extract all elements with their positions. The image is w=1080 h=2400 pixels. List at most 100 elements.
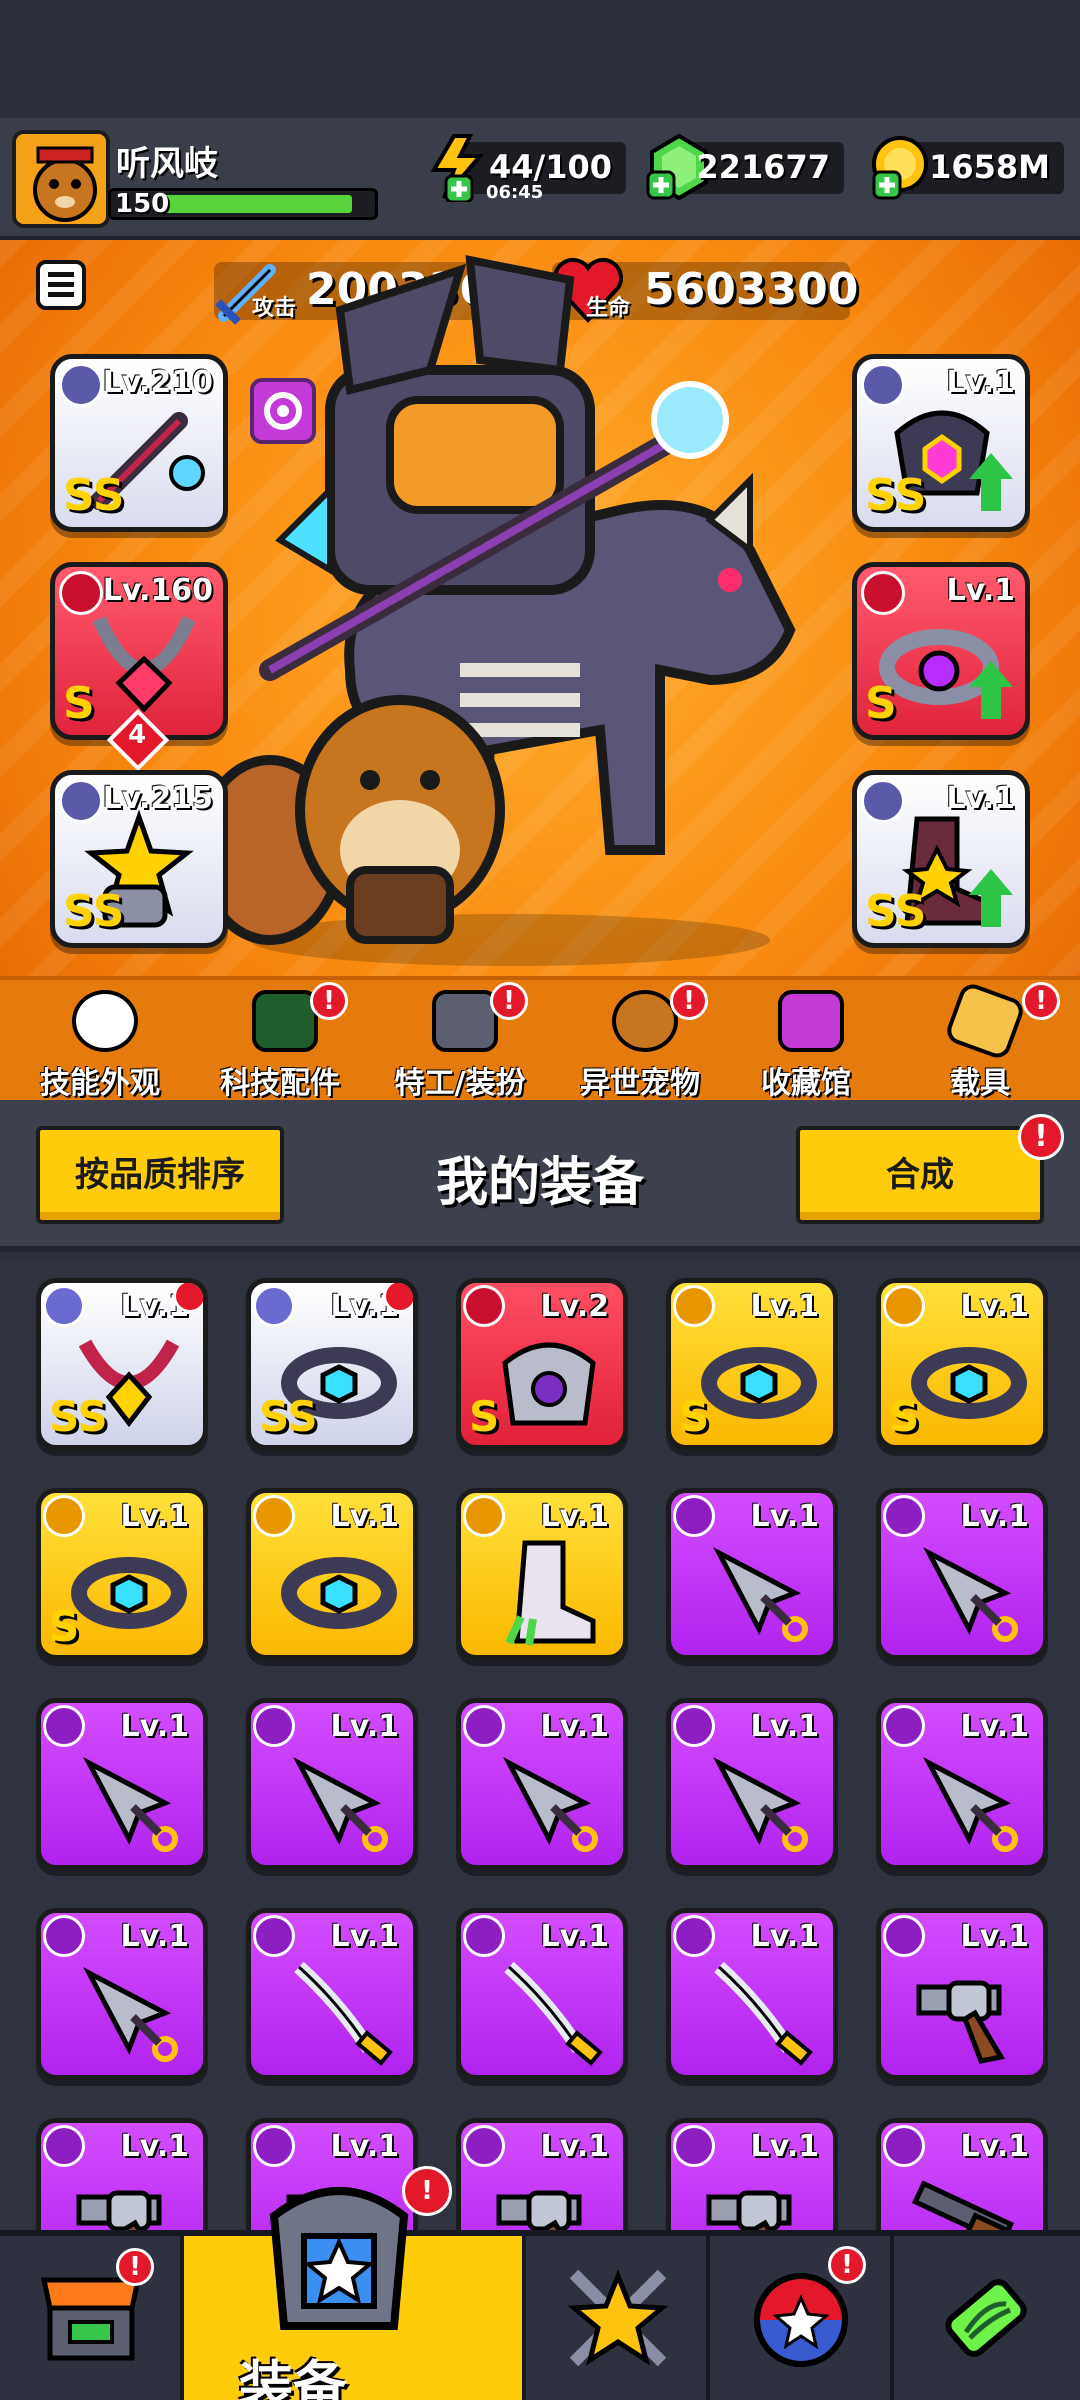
inventory-item[interactable]: Lv.1 <box>456 2118 628 2230</box>
tab-skill-skin[interactable]: 技能外观 <box>10 980 190 1101</box>
equipped-slot-weapon[interactable]: Lv.210 SS <box>50 354 228 532</box>
equipped-slot-belt[interactable]: Lv.1 S <box>852 562 1030 740</box>
nav-battle[interactable] <box>526 2236 710 2400</box>
hero-character-art <box>195 255 796 966</box>
inventory-item[interactable]: Lv.1 S <box>666 1278 838 1450</box>
inventory-item[interactable]: Lv.1 <box>456 1488 628 1660</box>
energy-timer: 06:45 <box>486 182 544 203</box>
inventory-item[interactable]: Lv.1 SS <box>246 1278 418 1450</box>
equipped-boot-level: Lv.1 <box>946 781 1016 816</box>
item-type-icon <box>43 1495 85 1537</box>
menu-list-button[interactable] <box>36 260 86 310</box>
kunai-icon <box>713 1757 808 1852</box>
item-grade: S <box>889 1392 920 1441</box>
list-icon-line <box>48 282 74 287</box>
inventory-item[interactable]: Lv.1 <box>666 1488 838 1660</box>
item-level: Lv.1 <box>960 1499 1030 1534</box>
equipped-slot-boot[interactable]: Lv.1 SS <box>852 770 1030 948</box>
inventory-item[interactable]: Lv.1 <box>456 1908 628 2080</box>
inventory-item[interactable]: Lv.1 S <box>876 1278 1048 1450</box>
notification-badge: ! <box>402 2166 452 2216</box>
upgrade-arrow-icon <box>969 453 1013 513</box>
item-type-icon <box>673 1705 715 1747</box>
item-level: Lv.1 <box>750 1709 820 1744</box>
saber-icon <box>504 1961 603 2066</box>
tab-label: 载具 <box>950 1066 1010 1101</box>
inventory-item[interactable]: Lv.1 <box>876 1488 1048 1660</box>
tab-collection[interactable]: 收藏馆 <box>716 980 896 1101</box>
item-type-icon <box>463 1495 505 1537</box>
bottom-navigation: ! ! 装备 ! <box>0 2166 1080 2400</box>
tab-label: 特工/装扮 <box>394 1066 526 1101</box>
coin-counter[interactable]: 1658M <box>872 136 1064 200</box>
item-level: Lv.1 <box>750 1499 820 1534</box>
item-type-icon <box>673 2125 715 2167</box>
gem-value: 221677 <box>696 148 830 186</box>
item-type-icon <box>43 1705 85 1747</box>
item-type-icon <box>43 2125 85 2167</box>
kunai-icon <box>713 1547 808 1642</box>
inventory-item[interactable]: Lv.1 S <box>36 1488 208 1660</box>
item-level: Lv.1 <box>120 1919 190 1954</box>
squirrel-avatar-icon <box>16 134 106 224</box>
tab-vehicle[interactable]: ! 载具 <box>890 980 1070 1101</box>
item-grade: SS <box>259 1392 318 1441</box>
belt-icon <box>911 1347 1027 1419</box>
inventory-item[interactable]: Lv.1 <box>876 1908 1048 2080</box>
merge-button[interactable]: 合成 <box>796 1126 1044 1224</box>
inventory-item[interactable]: Lv.1 <box>246 1488 418 1660</box>
inventory-item[interactable]: Lv.2 S <box>456 1278 628 1450</box>
inventory-item[interactable]: Lv.1 <box>36 1698 208 1870</box>
xp-fill <box>163 195 352 213</box>
notification-badge: ! <box>670 982 708 1020</box>
equipped-belt-grade: S <box>865 678 897 729</box>
inventory-item[interactable]: Lv.1 <box>36 2118 208 2230</box>
inventory-item[interactable]: Lv.1 SS <box>36 1278 208 1450</box>
inventory-item[interactable]: Lv.1 <box>666 2118 838 2230</box>
item-level: Lv.1 <box>960 1919 1030 1954</box>
equipped-slot-glove[interactable]: Lv.215 SS <box>50 770 228 948</box>
item-type-icon <box>253 1285 295 1327</box>
feature-tab-bar: 技能外观 ! 科技配件 ! 特工/装扮 ! 异世宠物 收藏馆 ! 载具 <box>0 976 1080 1101</box>
tab-tech-parts[interactable]: ! 科技配件 <box>190 980 370 1101</box>
collection-chest-icon <box>778 990 844 1052</box>
tab-label: 技能外观 <box>40 1066 160 1101</box>
notification-badge: ! <box>116 2248 154 2286</box>
sort-by-quality-button[interactable]: 按品质排序 <box>36 1126 284 1224</box>
inventory-item[interactable]: Lv.1 <box>876 1698 1048 1870</box>
inventory-item[interactable]: Lv.1 <box>36 1908 208 2080</box>
item-level: Lv.1 <box>120 1709 190 1744</box>
tab-pets[interactable]: ! 异世宠物 <box>550 980 730 1101</box>
item-type-icon <box>883 1915 925 1957</box>
kunai-icon <box>503 1757 598 1852</box>
item-level: Lv.1 <box>750 1289 820 1324</box>
inventory-item[interactable]: Lv.1 <box>246 1698 418 1870</box>
inventory-item[interactable]: Lv.1 <box>246 1908 418 2080</box>
nav-equipment[interactable]: ! 装备 <box>184 2166 526 2400</box>
item-type-icon <box>883 1705 925 1747</box>
equipped-armor-grade: SS <box>865 470 927 521</box>
inventory-item[interactable]: Lv.1 <box>456 1698 628 1870</box>
new-item-badge <box>383 1283 413 1313</box>
armor-icon <box>502 1342 596 1426</box>
item-level: Lv.1 <box>960 1289 1030 1324</box>
item-type-icon <box>463 1705 505 1747</box>
energy-counter[interactable]: 44/100 06:45 <box>430 134 626 203</box>
nav-gacha[interactable]: ! <box>710 2236 894 2400</box>
inventory-item[interactable]: Lv.1 <box>876 2118 1048 2230</box>
item-type-icon <box>883 1285 925 1327</box>
tab-agent-costume[interactable]: ! 特工/装扮 <box>370 980 550 1101</box>
equipped-slot-armor[interactable]: Lv.1 SS <box>852 354 1030 532</box>
player-avatar[interactable] <box>12 130 110 228</box>
player-level: 150 <box>115 189 170 219</box>
inventory-item[interactable]: Lv.1 <box>666 1908 838 2080</box>
item-level: Lv.2 <box>540 1289 610 1324</box>
merge-notification-badge: ! <box>1018 1114 1064 1160</box>
nav-lab[interactable] <box>894 2236 1078 2400</box>
item-type-icon <box>463 1915 505 1957</box>
inventory-item[interactable]: Lv.1 <box>666 1698 838 1870</box>
lock-on-button[interactable] <box>250 378 316 444</box>
belt-icon <box>701 1347 817 1419</box>
gem-counter[interactable]: 221677 <box>646 133 844 201</box>
item-level: Lv.1 <box>330 1919 400 1954</box>
